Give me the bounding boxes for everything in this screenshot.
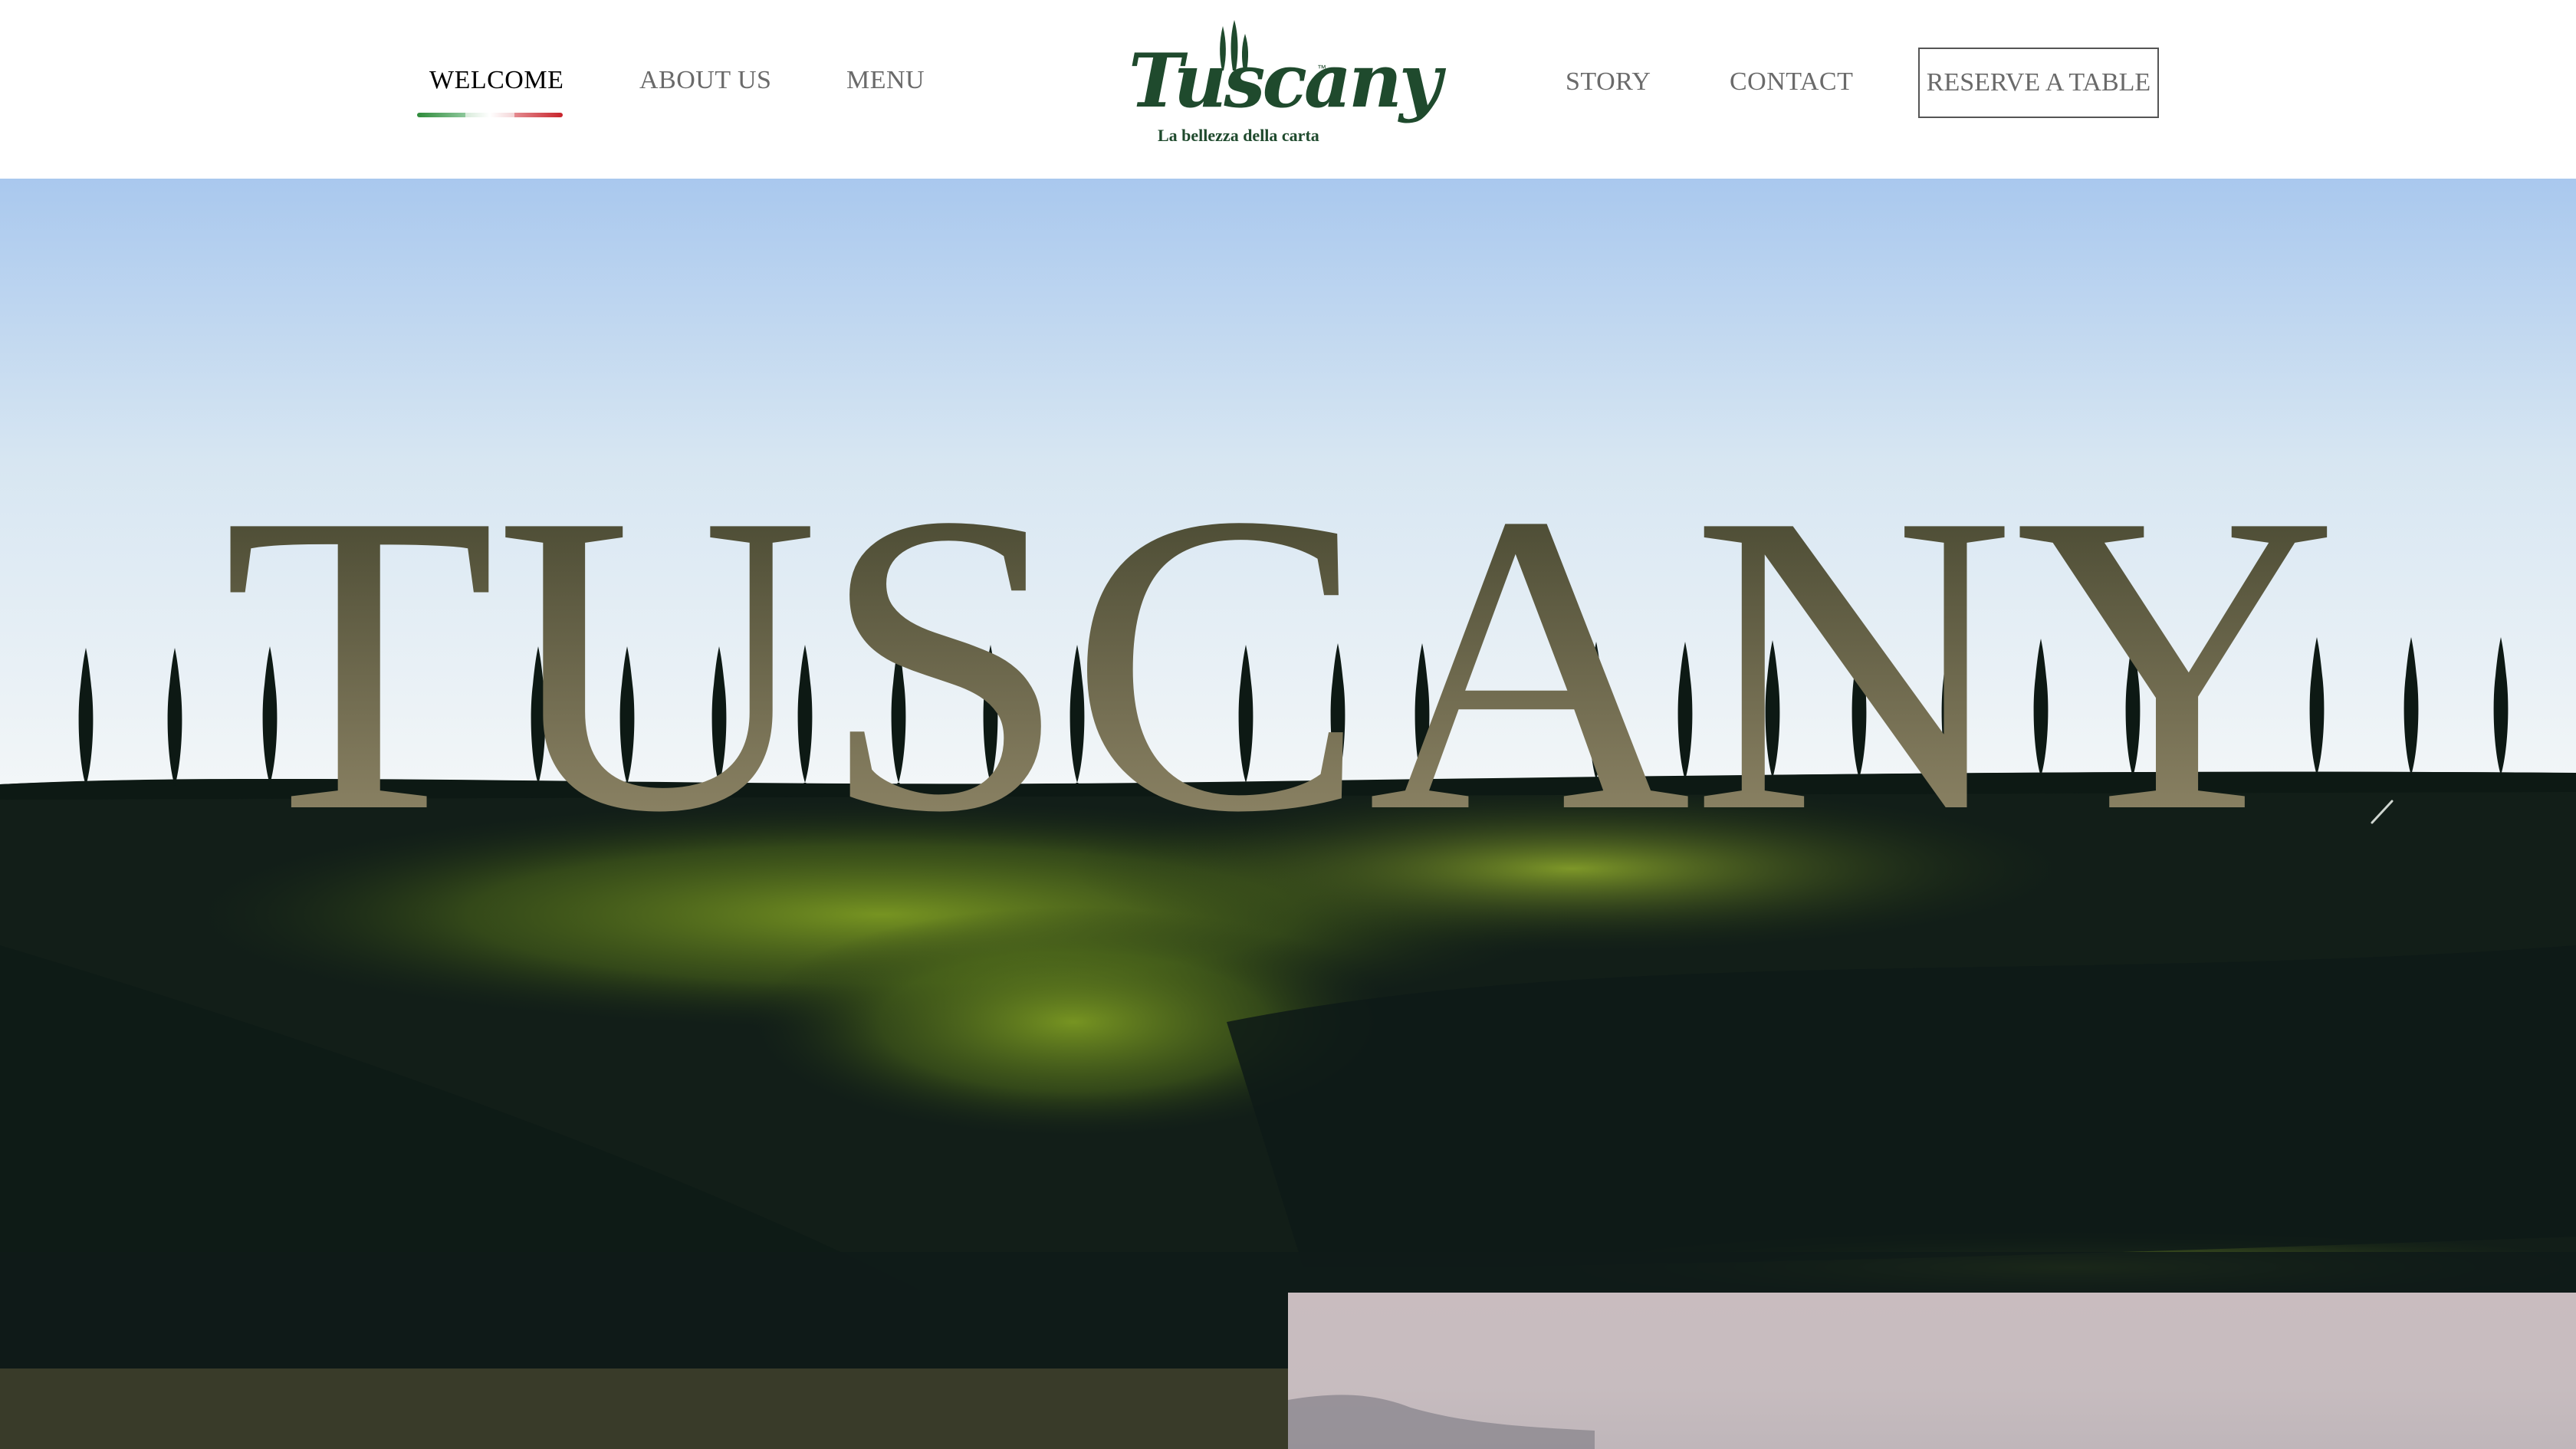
nav-about-us[interactable]: ABOUT US [639, 66, 771, 95]
logo-tagline: La bellezza della carta [1158, 126, 1319, 145]
site-header: WELCOME ABOUT US MENU Tuscany ™ La belle… [0, 0, 2576, 179]
logo-trademark: ™ [1317, 63, 1326, 74]
about-section-panel [0, 1368, 1288, 1449]
mountain-silhouette [1288, 1395, 1595, 1449]
nav-story[interactable]: STORY [1566, 67, 1651, 97]
hero-section: TUSCANY [0, 179, 2576, 1449]
slider-next-arrow-icon[interactable] [2369, 769, 2400, 830]
nav-welcome[interactable]: WELCOME [429, 66, 564, 95]
nav-menu[interactable]: MENU [846, 66, 925, 95]
tuscany-logo[interactable]: Tuscany ™ La bellezza della carta [1121, 15, 1442, 153]
svg-text:TUSCANY: TUSCANY [222, 426, 2338, 901]
feature-image-panel [1288, 1293, 2576, 1449]
nav-contact[interactable]: CONTACT [1730, 67, 1853, 97]
reserve-table-button[interactable]: RESERVE A TABLE [1918, 48, 2159, 118]
nav-active-underline [417, 113, 563, 117]
hero-title: TUSCANY [222, 426, 2338, 901]
logo-wordmark: Tuscany [1129, 38, 1442, 124]
